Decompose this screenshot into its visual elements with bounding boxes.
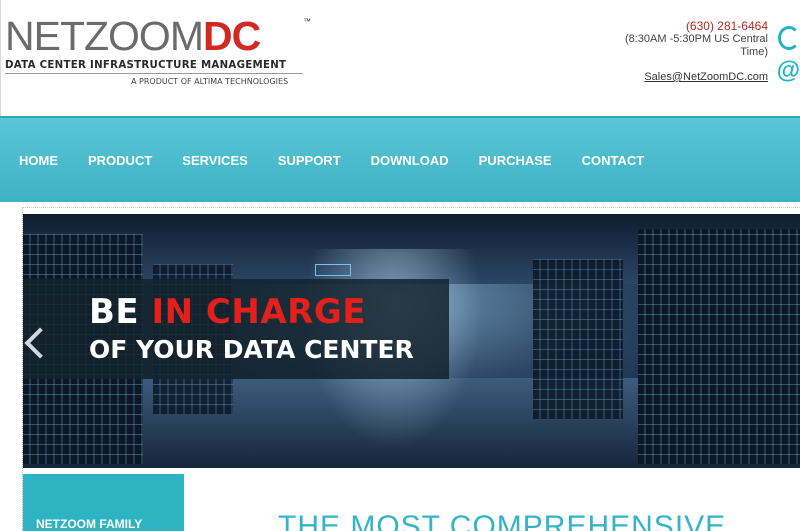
nav-item-home[interactable]: HOME xyxy=(19,153,58,168)
nav-item-purchase[interactable]: PURCHASE xyxy=(479,153,552,168)
phone-number[interactable]: (630) 281-6464 xyxy=(618,20,768,33)
hero-slider[interactable]: BE IN CHARGE OF YOUR DATA CENTER xyxy=(23,214,800,468)
logo-wordmark: NETZOOMDC xyxy=(5,13,261,59)
nav-item-download[interactable]: DOWNLOAD xyxy=(371,153,449,168)
contact-info: (630) 281-6464 (8:30AM -5:30PM US Centra… xyxy=(618,20,768,84)
logo-net: NETZOOM xyxy=(5,13,204,59)
netzoomdc-logo[interactable]: NETZOOMDC ™ DATA CENTER INFRASTRUCTURE M… xyxy=(5,14,315,90)
hero-headline-line1: BE IN CHARGE xyxy=(89,293,366,331)
sales-email-link[interactable]: Sales@NetZoomDC.com xyxy=(644,71,768,84)
exit-sign xyxy=(315,264,351,276)
server-rack xyxy=(533,259,623,419)
logo-divider xyxy=(5,73,303,74)
nav-item-contact[interactable]: CONTACT xyxy=(582,153,645,168)
logo-product-line: A PRODUCT OF ALTIMA TECHNOLOGIES xyxy=(131,77,289,86)
nav-item-product[interactable]: PRODUCT xyxy=(88,153,152,168)
logo-dc: DC xyxy=(202,13,261,59)
hero-banner: BE IN CHARGE OF YOUR DATA CENTER xyxy=(23,279,449,379)
main-navigation: HOME PRODUCT SERVICES SUPPORT DOWNLOAD P… xyxy=(0,116,800,202)
business-hours: (8:30AM -5:30PM US Central Time) xyxy=(624,33,768,58)
hero-headline-line2: OF YOUR DATA CENTER xyxy=(89,335,414,364)
site-header: NETZOOMDC ™ DATA CENTER INFRASTRUCTURE M… xyxy=(0,0,800,116)
trademark-symbol: ™ xyxy=(303,17,311,26)
netzoom-family-label: NETZOOM FAMILY xyxy=(36,517,143,531)
server-rack xyxy=(638,229,800,464)
hero-headline-highlight: IN CHARGE xyxy=(151,292,366,332)
logo-subtitle: DATA CENTER INFRASTRUCTURE MANAGEMENT xyxy=(5,60,287,71)
hero-headline-prefix: BE xyxy=(89,292,152,332)
main-headline: THE MOST COMPREHENSIVE xyxy=(278,510,727,531)
netzoom-family-panel[interactable]: NETZOOM FAMILY xyxy=(23,474,184,531)
at-icon: @ xyxy=(776,57,800,84)
nav-item-support[interactable]: SUPPORT xyxy=(278,153,341,168)
nav-item-services[interactable]: SERVICES xyxy=(182,153,248,168)
phone-icon xyxy=(778,26,800,50)
